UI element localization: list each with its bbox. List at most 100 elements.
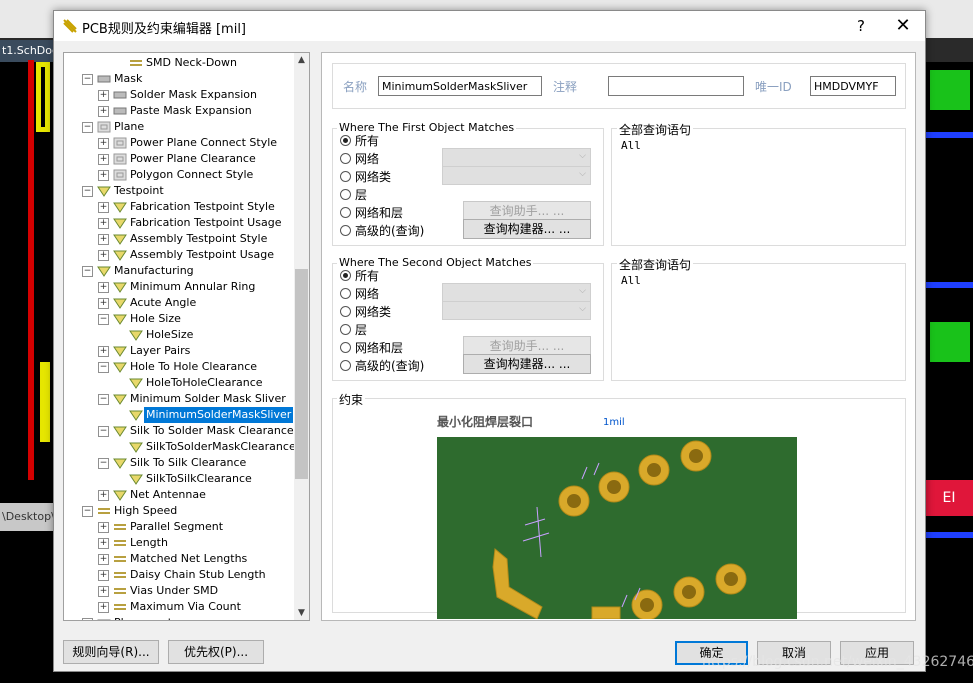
tree-item[interactable]: + Fabrication Testpoint Usage: [64, 215, 292, 231]
constraints-title: 约束: [337, 391, 366, 408]
radio-button-icon[interactable]: [340, 306, 351, 317]
tree-item-label: Matched Net Lengths: [130, 552, 248, 565]
tree-category[interactable]: − High Speed: [64, 503, 292, 519]
tree-item[interactable]: + Minimum Annular Ring: [64, 279, 292, 295]
radio-button-icon[interactable]: [340, 207, 351, 218]
tree-item[interactable]: + Acute Angle: [64, 295, 292, 311]
tree-item[interactable]: − Silk To Solder Mask Clearance: [64, 423, 294, 439]
expand-icon[interactable]: +: [98, 602, 109, 613]
collapse-icon[interactable]: −: [98, 458, 109, 469]
tree-item[interactable]: SilkToSolderMaskClearance: [64, 439, 296, 455]
collapse-icon[interactable]: −: [82, 266, 93, 277]
rule-comment-input[interactable]: [608, 76, 744, 96]
collapse-icon[interactable]: −: [82, 122, 93, 133]
collapse-icon[interactable]: −: [98, 394, 109, 405]
tree-item[interactable]: + Power Plane Connect Style: [64, 135, 292, 151]
tree-item[interactable]: + Solder Mask Expansion: [64, 87, 292, 103]
tree-category[interactable]: − Testpoint: [64, 183, 292, 199]
tree-item[interactable]: SilkToSilkClearance: [64, 471, 292, 487]
tree-item[interactable]: MinimumSolderMaskSliver: [64, 407, 294, 423]
tree-category[interactable]: − Mask: [64, 71, 292, 87]
radio-button-icon[interactable]: [340, 135, 351, 146]
close-button[interactable]: ✕: [892, 16, 914, 36]
tree-category[interactable]: − Placement: [64, 615, 292, 620]
first-query-builder-button[interactable]: 查询构建器... ...: [463, 219, 591, 239]
tree-item[interactable]: + Parallel Segment: [64, 519, 292, 535]
expand-icon[interactable]: +: [98, 218, 109, 229]
radio-button-icon[interactable]: [340, 171, 351, 182]
background-document-tab[interactable]: t1.SchDoc: [0, 40, 58, 62]
tree-item[interactable]: HoleToHoleClearance: [64, 375, 292, 391]
priorities-button[interactable]: 优先权(P)...: [168, 640, 264, 664]
second-query-text[interactable]: All: [621, 274, 641, 287]
radio-button-icon[interactable]: [340, 225, 351, 236]
tree-item[interactable]: + Fabrication Testpoint Style: [64, 199, 292, 215]
expand-icon[interactable]: +: [98, 554, 109, 565]
radio-button-icon[interactable]: [340, 342, 351, 353]
scroll-down-icon[interactable]: ▼: [294, 606, 309, 620]
expand-icon[interactable]: +: [98, 586, 109, 597]
expand-icon[interactable]: +: [98, 90, 109, 101]
expand-icon[interactable]: +: [98, 490, 109, 501]
tree-item[interactable]: + Assembly Testpoint Style: [64, 231, 292, 247]
tree-item[interactable]: SMD Neck-Down: [64, 55, 292, 71]
radio-button-icon[interactable]: [340, 153, 351, 164]
tree-scrollbar[interactable]: ▲ ▼: [294, 53, 309, 620]
radio-button-icon[interactable]: [340, 270, 351, 281]
collapse-icon[interactable]: −: [82, 186, 93, 197]
tree-item[interactable]: + Polygon Connect Style: [64, 167, 292, 183]
tree-item[interactable]: − Minimum Solder Mask Sliver: [64, 391, 292, 407]
expand-icon[interactable]: +: [98, 154, 109, 165]
expand-icon[interactable]: +: [98, 346, 109, 357]
tree-item[interactable]: + Vias Under SMD: [64, 583, 292, 599]
expand-icon[interactable]: +: [98, 538, 109, 549]
second-query-builder-button[interactable]: 查询构建器... ...: [463, 354, 591, 374]
expand-icon[interactable]: +: [98, 234, 109, 245]
rule-wizard-button[interactable]: 规则向导(R)...: [63, 640, 159, 664]
expand-icon[interactable]: +: [98, 250, 109, 261]
rule-name-input[interactable]: MinimumSolderMaskSliver: [378, 76, 542, 96]
expand-icon[interactable]: +: [98, 282, 109, 293]
radio-button-icon[interactable]: [340, 324, 351, 335]
tree-item[interactable]: + Paste Mask Expansion: [64, 103, 292, 119]
tree-category[interactable]: − Manufacturing: [64, 263, 292, 279]
tree-item[interactable]: + Length: [64, 535, 292, 551]
unique-id-input[interactable]: HMDDVMYF: [810, 76, 896, 96]
expand-icon[interactable]: +: [98, 522, 109, 533]
scroll-thumb[interactable]: [295, 269, 308, 479]
collapse-icon[interactable]: −: [82, 506, 93, 517]
collapse-icon[interactable]: −: [98, 426, 109, 437]
tree-category[interactable]: − Plane: [64, 119, 292, 135]
rules-tree[interactable]: SMD Neck-Down − Mask + Solder Mask Expansion…: [63, 52, 310, 621]
second-object-combo-1: ⌵: [442, 283, 591, 302]
radio-button-icon[interactable]: [340, 189, 351, 200]
tree-item[interactable]: + Layer Pairs: [64, 343, 292, 359]
tree-item[interactable]: + Daisy Chain Stub Length: [64, 567, 292, 583]
tree-item[interactable]: − Silk To Silk Clearance: [64, 455, 292, 471]
tree-item[interactable]: + Power Plane Clearance: [64, 151, 292, 167]
expand-icon[interactable]: +: [98, 570, 109, 581]
tree-item[interactable]: + Matched Net Lengths: [64, 551, 292, 567]
radio-button-icon[interactable]: [340, 360, 351, 371]
sliver-value[interactable]: 1mil: [603, 417, 625, 428]
tree-item[interactable]: + Maximum Via Count: [64, 599, 292, 615]
collapse-icon[interactable]: −: [98, 362, 109, 373]
expand-icon[interactable]: +: [98, 138, 109, 149]
collapse-icon[interactable]: −: [82, 74, 93, 85]
first-query-text[interactable]: All: [621, 139, 641, 152]
expand-icon[interactable]: +: [98, 298, 109, 309]
help-button[interactable]: ?: [851, 16, 871, 36]
expand-icon[interactable]: +: [98, 202, 109, 213]
scroll-up-icon[interactable]: ▲: [294, 53, 309, 67]
tree-item[interactable]: − Hole To Hole Clearance: [64, 359, 292, 375]
tree-item[interactable]: HoleSize: [64, 327, 292, 343]
collapse-icon[interactable]: −: [82, 618, 93, 620]
expand-icon[interactable]: +: [98, 170, 109, 181]
radio-button-icon[interactable]: [340, 288, 351, 299]
tree-item-label: Silk To Solder Mask Clearance: [130, 424, 294, 437]
tree-item[interactable]: + Assembly Testpoint Usage: [64, 247, 292, 263]
tree-item[interactable]: − Hole Size: [64, 311, 292, 327]
tree-item[interactable]: + Net Antennae: [64, 487, 292, 503]
expand-icon[interactable]: +: [98, 106, 109, 117]
collapse-icon[interactable]: −: [98, 314, 109, 325]
